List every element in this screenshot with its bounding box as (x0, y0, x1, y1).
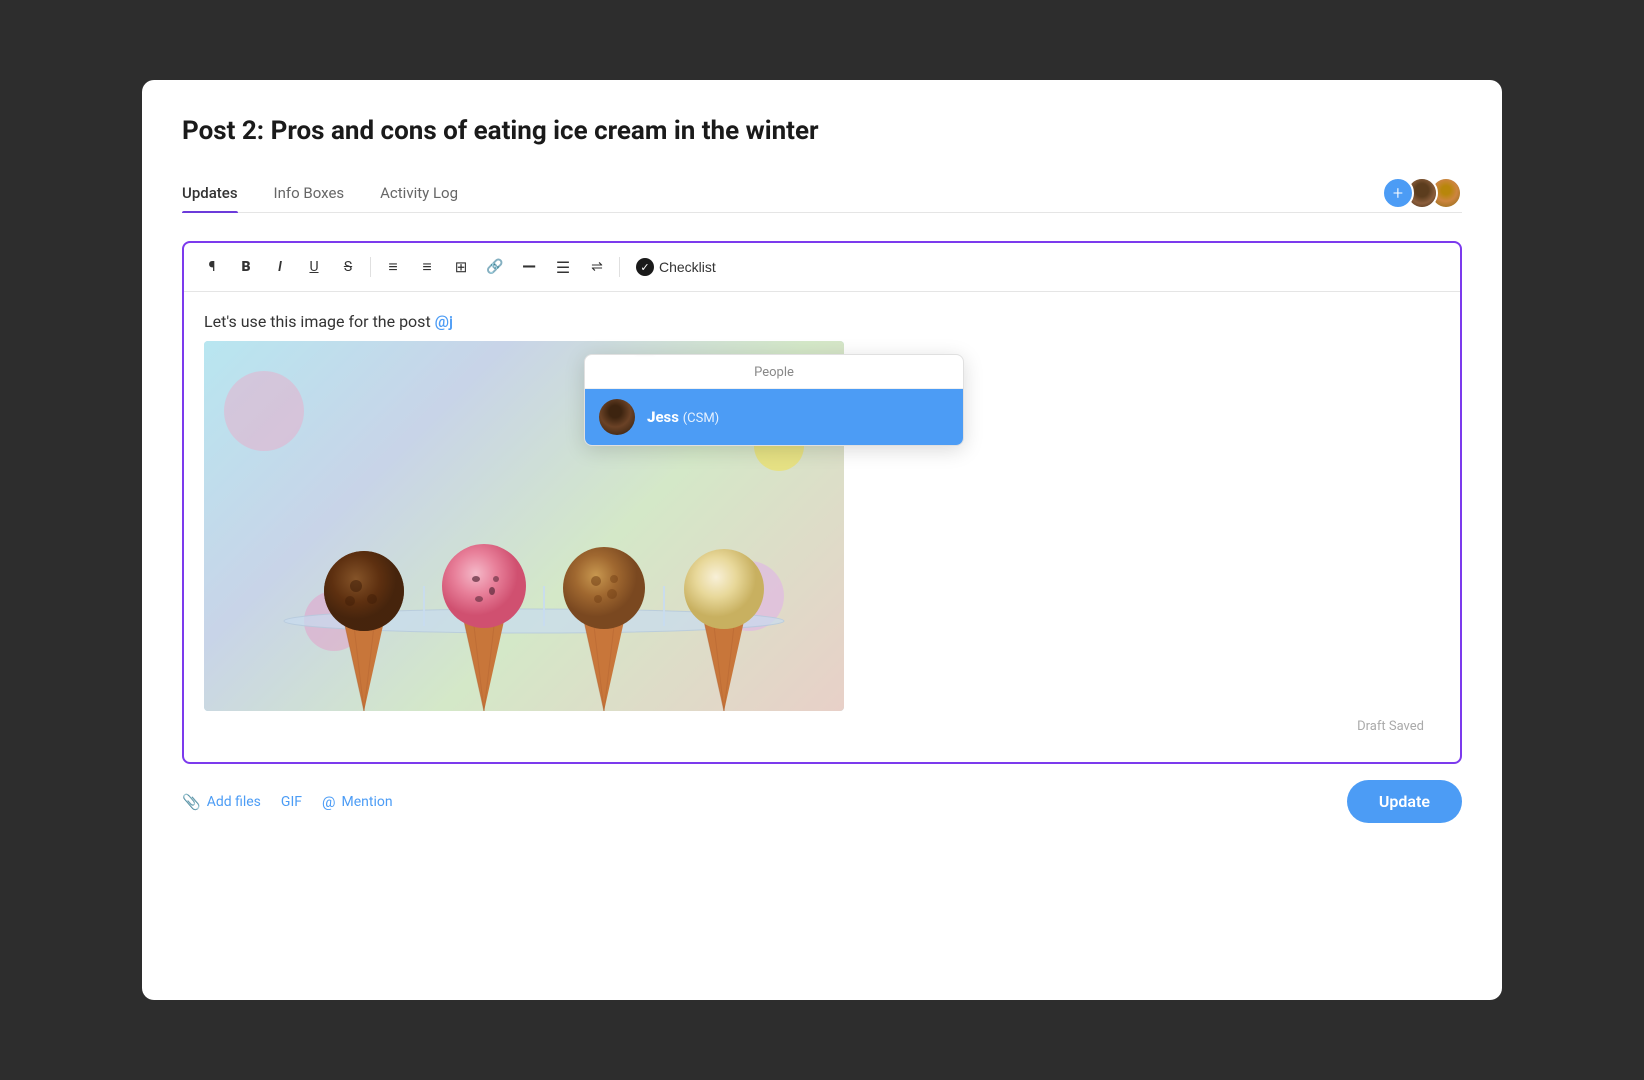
update-button[interactable]: Update (1347, 780, 1462, 823)
bold-button[interactable]: B (232, 253, 260, 281)
toolbar-divider-1 (370, 257, 371, 277)
main-card: Post 2: Pros and cons of eating ice crea… (142, 80, 1502, 1000)
add-files-label: Add files (207, 794, 261, 810)
tab-updates[interactable]: Updates (182, 174, 238, 212)
mention-dropdown: People Jess (CSM) (584, 354, 964, 446)
text-before-mention: Let's use this image for the post (204, 312, 435, 331)
gif-label: GIF (281, 794, 302, 810)
dropdown-avatar-jess (599, 399, 635, 435)
gif-button[interactable]: GIF (281, 794, 302, 810)
post-title: Post 2: Pros and cons of eating ice crea… (182, 116, 1462, 146)
tab-activity-log[interactable]: Activity Log (380, 174, 458, 212)
mention-button[interactable]: @ Mention (322, 793, 393, 811)
checklist-label: Checklist (659, 259, 716, 275)
dropdown-name-jess: Jess (CSM) (647, 408, 719, 426)
editor-body[interactable]: Let's use this image for the post @j Peo… (184, 292, 1460, 762)
strikethrough-button[interactable]: S (334, 253, 362, 281)
toolbar-divider-2 (619, 257, 620, 277)
editor-container: ¶ B I U S ≡ ≡ ⊞ 🔗 — ☰ ⇌ ✓ Checklist Let'… (182, 241, 1462, 764)
paperclip-icon: 📎 (182, 793, 201, 811)
draft-saved-label: Draft Saved (204, 711, 1440, 746)
table-button[interactable]: ⊞ (447, 253, 475, 281)
tab-info-boxes[interactable]: Info Boxes (274, 174, 345, 212)
at-icon: @ (322, 793, 335, 811)
dropdown-avatar-inner (599, 399, 635, 435)
ordered-list-button[interactable]: ≡ (379, 253, 407, 281)
link-button[interactable]: 🔗 (481, 253, 509, 281)
hr-button[interactable]: — (515, 253, 543, 281)
checklist-icon: ✓ (636, 258, 654, 276)
dropdown-arrow (635, 354, 655, 355)
arrows-button[interactable]: ⇌ (583, 253, 611, 281)
editor-footer: 📎 Add files GIF @ Mention Update (182, 764, 1462, 823)
unordered-list-button[interactable]: ≡ (413, 253, 441, 281)
italic-button[interactable]: I (266, 253, 294, 281)
paragraph-button[interactable]: ¶ (198, 253, 226, 281)
add-member-button[interactable]: + (1382, 177, 1414, 209)
dropdown-role-jess: (CSM) (683, 411, 720, 426)
mention-label: Mention (341, 794, 392, 810)
footer-actions: 📎 Add files GIF @ Mention (182, 793, 393, 811)
checklist-button[interactable]: ✓ Checklist (628, 254, 724, 280)
mention-partial: @j (435, 312, 453, 331)
dropdown-header: People (585, 355, 963, 389)
align-button[interactable]: ☰ (549, 253, 577, 281)
highlight-letter: J (647, 408, 655, 426)
tabs-row: Updates Info Boxes Activity Log + (182, 174, 1462, 213)
editor-toolbar: ¶ B I U S ≡ ≡ ⊞ 🔗 — ☰ ⇌ ✓ Checklist (184, 243, 1460, 292)
underline-button[interactable]: U (300, 253, 328, 281)
avatar-group: + (1382, 177, 1462, 209)
dropdown-item-jess[interactable]: Jess (CSM) (585, 389, 963, 445)
editor-content-text: Let's use this image for the post @j (204, 312, 1440, 331)
add-files-button[interactable]: 📎 Add files (182, 793, 261, 811)
